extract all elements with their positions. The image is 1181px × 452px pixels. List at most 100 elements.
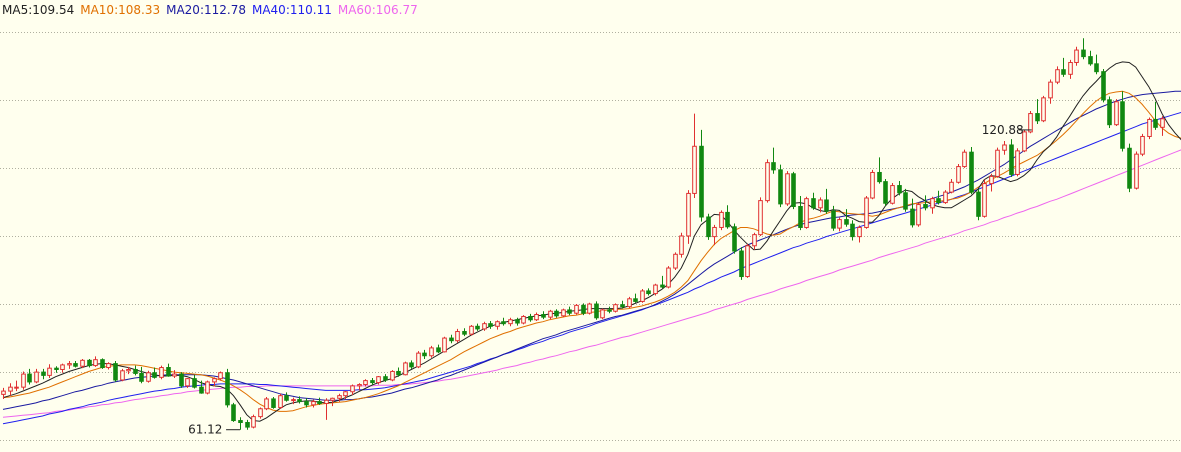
candle-body xyxy=(1147,118,1152,137)
candle-body xyxy=(1134,153,1139,189)
candle-body xyxy=(495,321,500,327)
candle-body xyxy=(534,314,539,321)
candle xyxy=(791,171,796,210)
candle-body xyxy=(811,198,816,209)
candle-body xyxy=(870,171,875,199)
candle-body xyxy=(1015,150,1020,175)
legend-ma20: MA20:112.78 xyxy=(166,3,246,17)
candlestick-chart[interactable]: 120.88 61.12 xyxy=(0,0,1181,452)
candle-body xyxy=(225,372,230,406)
candle xyxy=(864,196,869,229)
low-price-label: 61.12 xyxy=(188,423,222,437)
candle-body xyxy=(311,401,316,406)
candle xyxy=(870,169,875,200)
candle-body xyxy=(791,173,796,208)
legend-ma40: MA40:110.11 xyxy=(251,3,332,17)
candle-body xyxy=(1101,71,1106,101)
candle xyxy=(712,224,717,246)
candle xyxy=(613,303,618,313)
candle-body xyxy=(152,372,157,378)
candle-body xyxy=(976,191,981,217)
legend-ma5: MA5:109.54 xyxy=(2,3,75,17)
candle-body xyxy=(357,384,362,387)
candle-body xyxy=(916,204,921,226)
candle xyxy=(508,317,513,327)
candle-body xyxy=(725,211,730,228)
candle xyxy=(21,371,26,390)
candle xyxy=(890,182,895,205)
candle xyxy=(1088,50,1093,66)
candle xyxy=(758,197,763,236)
candle xyxy=(916,202,921,227)
candle xyxy=(548,309,553,320)
candle-body xyxy=(1002,144,1007,151)
candle xyxy=(633,293,638,303)
candle-body xyxy=(383,376,388,381)
candle-body xyxy=(613,304,618,312)
candle-body xyxy=(989,175,994,185)
candle xyxy=(152,367,157,379)
candle-body xyxy=(1153,118,1158,128)
candle xyxy=(1048,79,1053,104)
candle-body xyxy=(370,380,375,384)
candle xyxy=(469,324,474,336)
candle xyxy=(1147,117,1152,140)
candle-body xyxy=(488,323,493,327)
candle xyxy=(34,368,39,384)
candle-body xyxy=(350,385,355,393)
candle-body xyxy=(883,181,888,204)
candle-body xyxy=(910,208,915,226)
candle-body xyxy=(515,319,520,324)
candle xyxy=(1107,96,1112,128)
candle-body xyxy=(1061,69,1066,75)
candle xyxy=(949,179,954,194)
candle-body xyxy=(120,370,125,381)
candle-body xyxy=(758,200,763,236)
candle xyxy=(409,360,414,369)
candle xyxy=(811,192,816,210)
candle-body xyxy=(166,367,171,377)
candle-body xyxy=(205,381,210,394)
candle xyxy=(1140,133,1145,157)
candle-body xyxy=(962,151,967,168)
candle-body xyxy=(126,368,131,372)
candle xyxy=(554,309,559,318)
candle-body xyxy=(508,319,513,325)
candle-body xyxy=(93,359,98,367)
candle-body xyxy=(199,386,204,394)
candle-body xyxy=(903,192,908,210)
candle xyxy=(159,365,164,380)
candle-body xyxy=(824,199,829,212)
candle-body xyxy=(264,398,269,410)
candle xyxy=(1127,143,1132,193)
candle-body xyxy=(561,309,566,317)
candle-body xyxy=(1041,97,1046,122)
candle-body xyxy=(930,198,935,209)
candle xyxy=(245,419,250,430)
candle-body xyxy=(291,399,296,402)
candle xyxy=(284,392,289,402)
candle xyxy=(1160,116,1165,136)
candle-body xyxy=(982,183,987,217)
candle xyxy=(771,147,776,174)
candle-body xyxy=(666,267,671,288)
candle xyxy=(600,308,605,320)
candle xyxy=(725,205,730,229)
candle-body xyxy=(521,315,526,324)
candle xyxy=(429,345,434,358)
candle xyxy=(587,302,592,315)
candle-body xyxy=(554,310,559,317)
candle-body xyxy=(14,386,19,389)
legend-ma60: MA60:106.77 xyxy=(337,3,418,17)
candle-body xyxy=(548,310,553,318)
candle xyxy=(956,163,961,184)
candle-body xyxy=(587,303,592,314)
candle-body xyxy=(179,373,184,387)
candle-body xyxy=(212,378,217,383)
candle xyxy=(528,313,533,322)
candle-body xyxy=(271,398,276,408)
candle xyxy=(225,368,230,408)
candle-body xyxy=(422,352,427,357)
candle-body xyxy=(251,416,256,428)
candle-body xyxy=(501,321,506,325)
